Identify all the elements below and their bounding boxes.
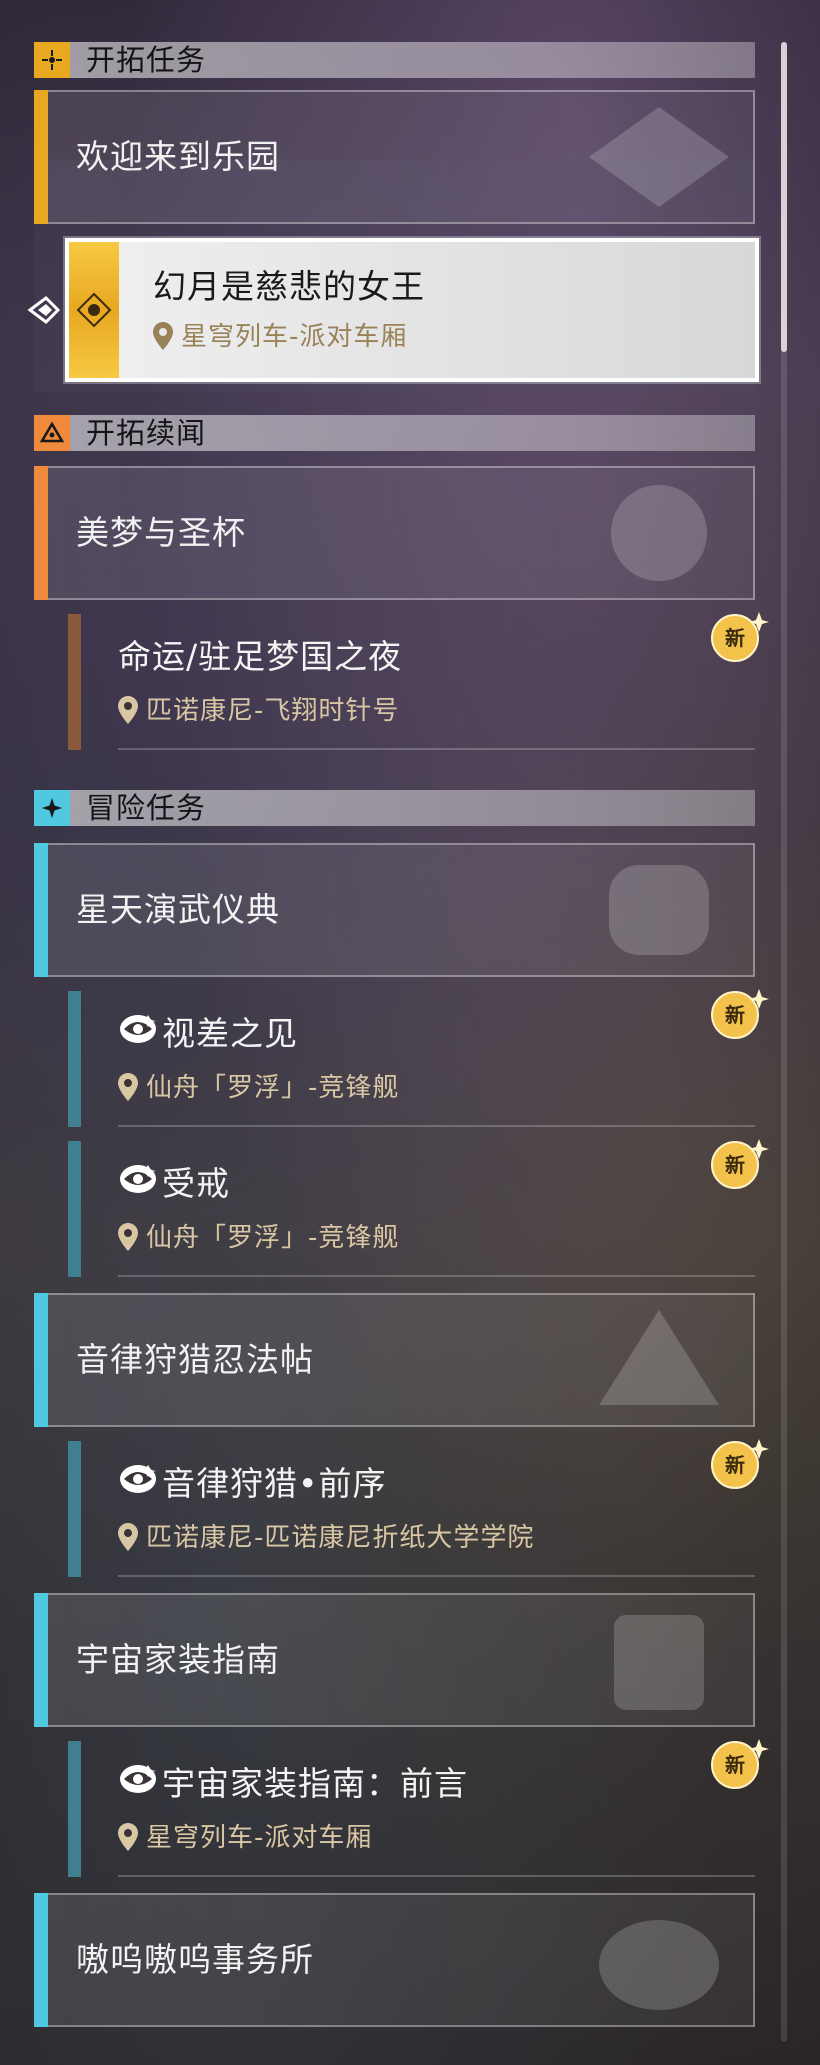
new-badge: 新 xyxy=(709,987,769,1041)
sub-mission-rhythm-prelude[interactable]: 音律狩猎•前序 匹诺康尼-匹诺康尼折纸大学学院 新 xyxy=(34,1427,769,1577)
sub-mission-precept[interactable]: 受戒 仙舟「罗浮」-竞锋舰 新 xyxy=(34,1127,769,1277)
adventure-mission-icon xyxy=(34,790,70,826)
adventure-quest-icon xyxy=(120,1165,156,1193)
emblem-watermark-icon xyxy=(609,865,709,955)
sub-mission-title: 受戒 xyxy=(162,1164,230,1203)
sub-mission-fate[interactable]: 命运/驻足梦国之夜 匹诺康尼-飞翔时针号 新 xyxy=(34,600,769,750)
section-header-adventure: 冒险任务 xyxy=(34,790,755,826)
divider xyxy=(118,1275,755,1277)
sub-mission-accent-bar xyxy=(68,1141,81,1277)
new-badge: 新 xyxy=(709,610,769,664)
section-header-trailblaze: 开拓任务 xyxy=(34,42,755,78)
new-badge-label: 新 xyxy=(725,1003,745,1027)
divider xyxy=(118,1575,755,1577)
mission-accent-bar xyxy=(34,1293,48,1427)
sub-mission-location: 匹诺康尼-飞翔时针号 xyxy=(118,690,399,727)
location-text: 匹诺康尼-飞翔时针号 xyxy=(146,696,400,726)
sub-mission-title: 宇宙家装指南：前言 xyxy=(162,1764,468,1803)
new-badge-label: 新 xyxy=(725,1453,745,1477)
sub-mission-title: 幻月是慈悲的女王 xyxy=(153,267,425,306)
emblem-watermark-icon xyxy=(589,107,729,207)
adventure-quest-icon xyxy=(120,1465,156,1493)
adventure-quest-icon xyxy=(120,1765,156,1793)
new-badge-label: 新 xyxy=(725,1153,745,1177)
location-text: 星穹列车-派对车厢 xyxy=(181,322,408,352)
mission-accent-bar xyxy=(34,90,48,224)
location-pin-icon xyxy=(118,1223,138,1251)
location-text: 星穹列车-派对车厢 xyxy=(146,1823,373,1853)
current-selection-pointer-icon xyxy=(27,296,61,324)
sub-mission-active[interactable]: 幻月是慈悲的女王 星穹列车-派对车厢 xyxy=(65,238,759,382)
mission-group-title: 星天演武仪典 xyxy=(76,890,280,929)
sub-mission-location: 仙舟「罗浮」-竞锋舰 xyxy=(118,1067,399,1104)
sub-mission-title: 音律狩猎•前序 xyxy=(162,1464,387,1503)
mission-accent-bar xyxy=(34,843,48,977)
sub-mission-location: 匹诺康尼-匹诺康尼折纸大学学院 xyxy=(118,1517,534,1554)
trailblaze-emblem-icon xyxy=(76,292,112,328)
location-pin-icon xyxy=(118,1823,138,1851)
emblem-watermark-icon xyxy=(614,1615,704,1710)
section-title: 开拓任务 xyxy=(86,43,207,77)
mission-group-awoo-agency[interactable]: 嗷呜嗷呜事务所 xyxy=(34,1893,755,2027)
mission-accent-bar xyxy=(34,1593,48,1727)
sub-mission-location: 仙舟「罗浮」-竞锋舰 xyxy=(118,1217,399,1254)
location-text: 仙舟「罗浮」-竞锋舰 xyxy=(146,1223,400,1253)
section-title: 冒险任务 xyxy=(86,791,207,825)
new-badge-label: 新 xyxy=(725,1753,745,1777)
emblem-watermark-icon xyxy=(599,1310,719,1405)
mission-group-title: 美梦与圣杯 xyxy=(76,513,246,552)
section-title: 开拓续闻 xyxy=(86,416,207,450)
mission-accent-bar xyxy=(34,466,48,600)
mission-group-title: 音律狩猎忍法帖 xyxy=(76,1340,314,1379)
location-pin-icon xyxy=(118,1523,138,1551)
location-text: 仙舟「罗浮」-竞锋舰 xyxy=(146,1073,400,1103)
active-mission-gold-bar xyxy=(69,242,119,378)
mission-group-dream-grail[interactable]: 美梦与圣杯 xyxy=(34,466,755,600)
emblem-watermark-icon xyxy=(599,1920,719,2010)
mission-group-title: 嗷呜嗷呜事务所 xyxy=(76,1940,314,1979)
companion-mission-icon xyxy=(34,415,70,451)
trailblaze-mission-icon xyxy=(34,42,70,78)
mission-group-title: 宇宙家装指南 xyxy=(76,1640,280,1679)
emblem-watermark-icon xyxy=(611,485,707,581)
mission-group-welcome[interactable]: 欢迎来到乐园 xyxy=(34,90,755,224)
scrollbar-thumb[interactable] xyxy=(781,42,787,352)
sub-mission-title: 视差之见 xyxy=(162,1014,298,1053)
sub-mission-home-guide-preface[interactable]: 宇宙家装指南：前言 星穹列车-派对车厢 新 xyxy=(34,1727,769,1877)
mission-group-home-guide[interactable]: 宇宙家装指南 xyxy=(34,1593,755,1727)
new-badge: 新 xyxy=(709,1737,769,1791)
sub-mission-accent-bar xyxy=(68,991,81,1127)
section-header-companion: 开拓续闻 xyxy=(34,415,755,451)
mission-group-title: 欢迎来到乐园 xyxy=(76,137,280,176)
location-text: 匹诺康尼-匹诺康尼折纸大学学院 xyxy=(146,1523,535,1553)
mission-accent-bar xyxy=(34,1893,48,2027)
location-pin-icon xyxy=(153,322,173,350)
new-badge: 新 xyxy=(709,1137,769,1191)
sub-mission-accent-bar xyxy=(68,1441,81,1577)
divider xyxy=(118,748,755,750)
sub-mission-parallax[interactable]: 视差之见 仙舟「罗浮」-竞锋舰 新 xyxy=(34,977,769,1127)
location-pin-icon xyxy=(118,696,138,724)
sub-mission-title: 命运/驻足梦国之夜 xyxy=(118,637,403,676)
new-badge: 新 xyxy=(709,1437,769,1491)
location-pin-icon xyxy=(118,1073,138,1101)
sub-mission-location: 星穹列车-派对车厢 xyxy=(118,1817,372,1854)
sub-mission-accent-bar xyxy=(68,614,81,750)
adventure-quest-icon xyxy=(120,1015,156,1043)
divider xyxy=(118,1875,755,1877)
sub-mission-location: 星穹列车-派对车厢 xyxy=(153,316,407,353)
sub-mission-accent-bar xyxy=(68,1741,81,1877)
mission-group-rhythm-hunt[interactable]: 音律狩猎忍法帖 xyxy=(34,1293,755,1427)
new-badge-label: 新 xyxy=(725,626,745,650)
mission-group-star-martial[interactable]: 星天演武仪典 xyxy=(34,843,755,977)
